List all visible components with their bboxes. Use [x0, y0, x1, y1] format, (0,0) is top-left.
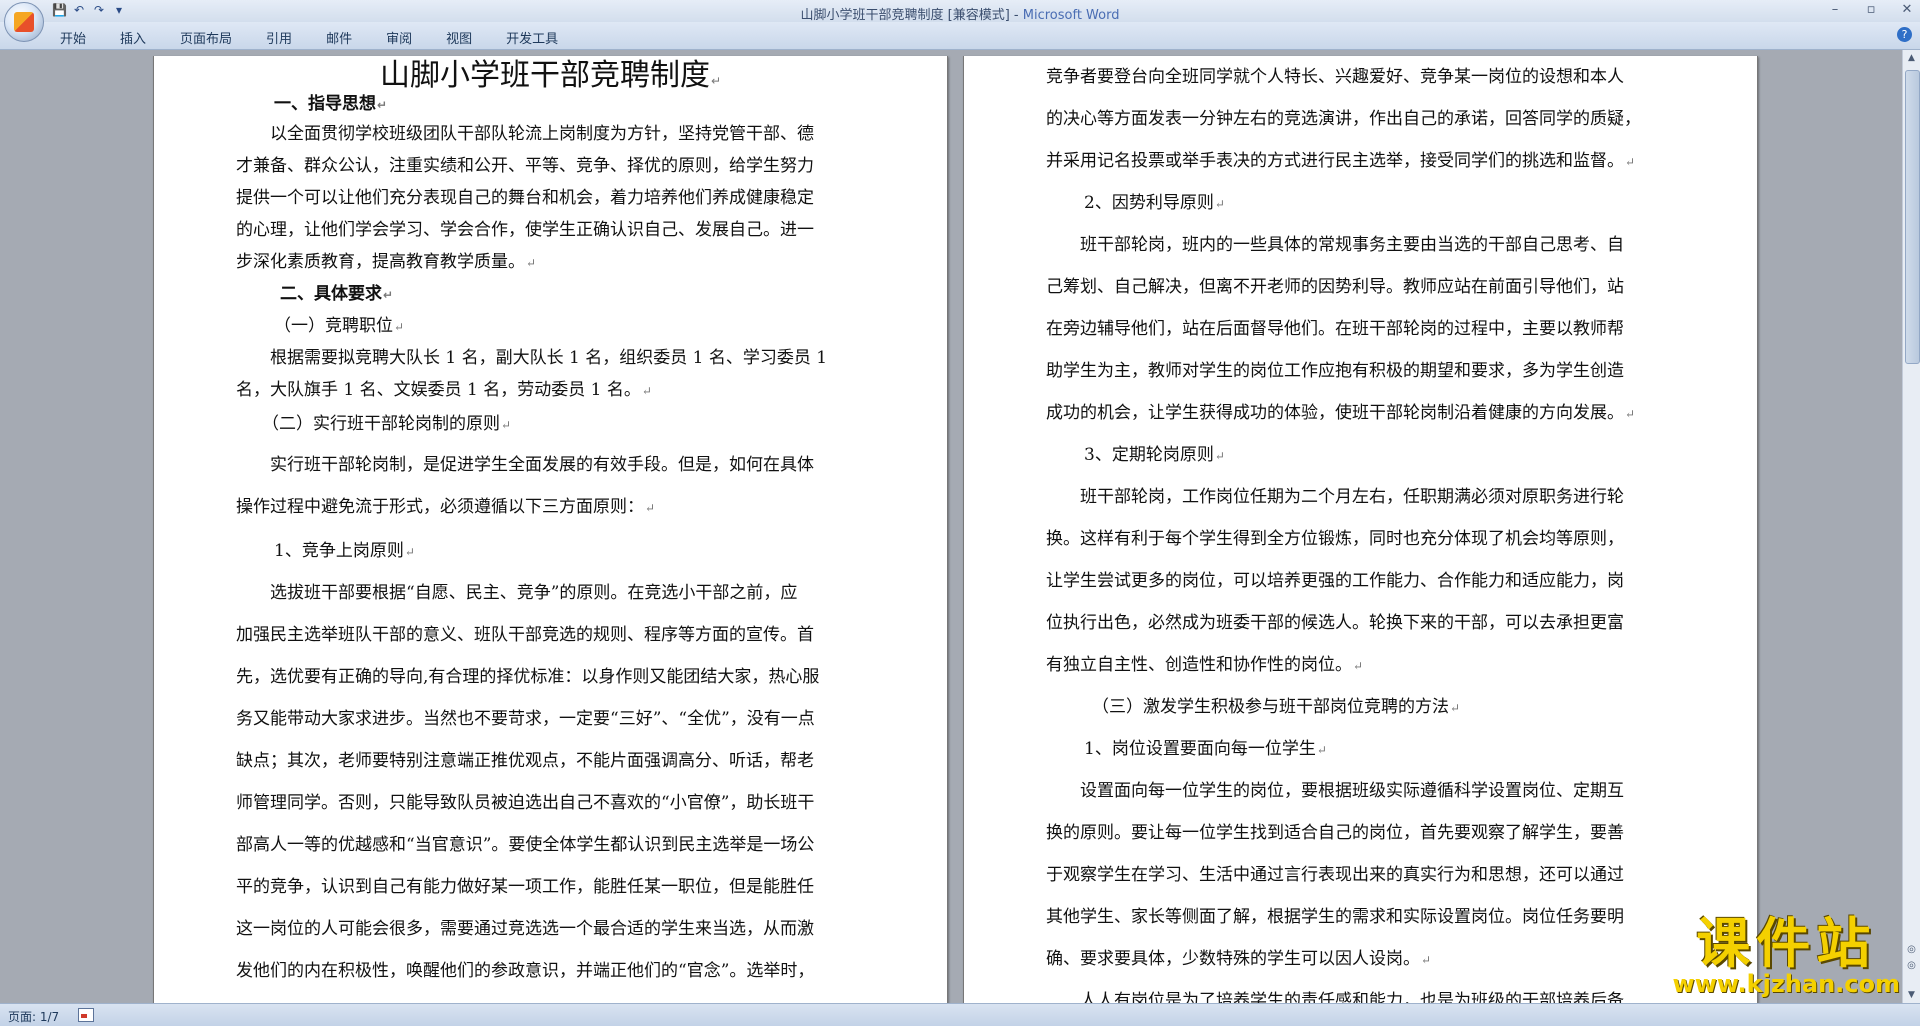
- select-browse-object-icon[interactable]: ◎: [1904, 958, 1919, 973]
- close-button[interactable]: ✕: [1900, 2, 1914, 17]
- macro-record-icon[interactable]: [78, 1008, 94, 1022]
- paragraph-rotation-principles: 实行班干部轮岗制，是促进学生全面发展的有效手段。但是，如何在具体 操作过程中避免…: [236, 455, 814, 517]
- document-name: 山脚小学班干部竞聘制度 [兼容模式] -: [800, 8, 1023, 23]
- tab-review[interactable]: 审阅: [386, 28, 412, 47]
- vertical-scrollbar[interactable]: ▲ ◎ ◎ ▼: [1902, 50, 1920, 1003]
- window-title: 山脚小学班干部竞聘制度 [兼容模式] - Microsoft Word: [0, 4, 1920, 23]
- maximize-button[interactable]: ▫: [1864, 2, 1878, 17]
- status-bar: 页面: 1/7: [0, 1003, 1920, 1026]
- heading-regular-rotation: 3、定期轮岗原则↵: [1084, 445, 1225, 465]
- scroll-thumb[interactable]: [1905, 70, 1920, 364]
- watermark-text: 课件站: [1696, 912, 1877, 975]
- document-area: 山脚小学班干部竞聘制度↵ 一、指导思想↵ 以全面贯彻学校班级团队干部队轮流上岗制…: [0, 50, 1903, 1003]
- tab-home[interactable]: 开始: [60, 28, 86, 47]
- ribbon-tab-bar: 开始 插入 页面布局 引用 邮件 审阅 视图 开发工具 ?: [0, 22, 1920, 50]
- heading-competition-principle: 1、竞争上岗原则↵: [274, 541, 415, 561]
- document-title: 山脚小学班干部竞聘制度↵: [379, 58, 722, 93]
- tab-mailings[interactable]: 邮件: [326, 28, 352, 47]
- page-count[interactable]: 页面: 1/7: [8, 1008, 59, 1025]
- tab-references[interactable]: 引用: [266, 28, 292, 47]
- help-icon[interactable]: ?: [1897, 27, 1912, 42]
- heading-guiding-ideology: 一、指导思想↵: [274, 94, 388, 114]
- tab-developer[interactable]: 开发工具: [506, 28, 558, 47]
- watermark-logo: 课件站 www.kjzhan.com: [1672, 912, 1900, 998]
- window-controls: – ▫ ✕: [1828, 2, 1914, 17]
- paragraph-positions: 根据需要拟竞聘大队长 1 名，副大队长 1 名，组织委员 1 名、学习委员 1 …: [236, 348, 828, 400]
- heading-guidance-principle: 2、因势利导原则↵: [1084, 193, 1225, 213]
- paragraph-everyone-has-role: 人人有岗位是为了培养学生的责任感和能力，也是为班级的干部培养后备: [1046, 991, 1624, 1003]
- paragraph-competition-principle: 选拔班干部要根据“自愿、民主、竞争”的原则。在竞选小干部之前，应 加强民主选举班…: [236, 583, 820, 981]
- page-right[interactable]: 竞争者要登台向全班同学就个人特长、兴趣爱好、竞争某一岗位的设想和本人 的决心等方…: [963, 56, 1758, 1003]
- scroll-down-icon[interactable]: ▼: [1903, 987, 1920, 1003]
- heading-positions: （一）竞聘职位↵: [274, 316, 405, 336]
- heading-positions-for-all: 1、岗位设置要面向每一位学生↵: [1084, 739, 1327, 759]
- paragraph-continued: 竞争者要登台向全班同学就个人特长、兴趣爱好、竞争某一岗位的设想和本人 的决心等方…: [1046, 67, 1641, 171]
- tab-insert[interactable]: 插入: [120, 28, 146, 47]
- scroll-up-icon[interactable]: ▲: [1903, 50, 1920, 66]
- heading-motivation-methods: （三）激发学生积极参与班干部岗位竞聘的方法↵: [1092, 697, 1461, 717]
- paragraph-guidance-principle: 班干部轮岗，班内的一些具体的常规事务主要由当选的干部自己思考、自 己筹划、自己解…: [1046, 235, 1636, 423]
- tab-page-layout[interactable]: 页面布局: [180, 28, 232, 47]
- paragraph-positions-for-all: 设置面向每一位学生的岗位，要根据班级实际遵循科学设置岗位、定期互 换的原则。要让…: [1046, 781, 1624, 969]
- office-logo-icon: [14, 12, 34, 32]
- tab-view[interactable]: 视图: [446, 28, 472, 47]
- page-left[interactable]: 山脚小学班干部竞聘制度↵ 一、指导思想↵ 以全面贯彻学校班级团队干部队轮流上岗制…: [153, 56, 948, 1003]
- heading-specific-requirements: 二、具体要求↵: [280, 284, 394, 304]
- watermark-url: www.kjzhan.com: [1672, 970, 1900, 998]
- ribbon-tabs: 开始 插入 页面布局 引用 邮件 审阅 视图 开发工具: [60, 28, 592, 47]
- app-name: Microsoft Word: [1022, 8, 1120, 23]
- heading-rotation-principles: （二）实行班干部轮岗制的原则↵: [262, 414, 512, 434]
- minimize-button[interactable]: –: [1828, 2, 1842, 17]
- paragraph-guiding-ideology: 以全面贯彻学校班级团队干部队轮流上岗制度为方针，坚持党管干部、德 才兼备、群众公…: [236, 124, 814, 272]
- prev-page-icon[interactable]: ◎: [1904, 942, 1919, 957]
- office-button[interactable]: [4, 2, 44, 42]
- title-bar: 💾 ↶ ↷ ▾ 山脚小学班干部竞聘制度 [兼容模式] - Microsoft W…: [0, 0, 1920, 23]
- paragraph-regular-rotation: 班干部轮岗，工作岗位任期为二个月左右，任职期满必须对原职务进行轮 换。这样有利于…: [1046, 487, 1624, 675]
